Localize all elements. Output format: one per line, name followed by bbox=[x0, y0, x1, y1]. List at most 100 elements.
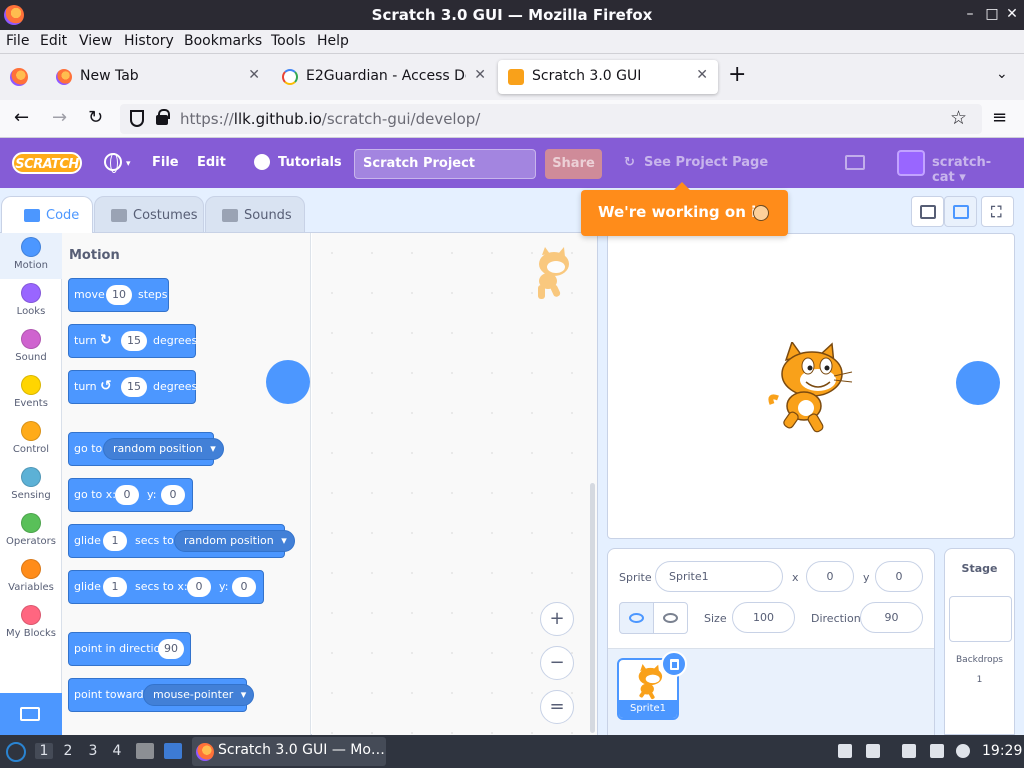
close-tab-icon[interactable]: ✕ bbox=[248, 67, 260, 83]
scratch-menu-edit[interactable]: Edit bbox=[197, 155, 226, 170]
category-looks[interactable]: Looks bbox=[0, 279, 62, 325]
block-go-to[interactable]: go to random position bbox=[68, 432, 224, 466]
block-number-input[interactable]: 15 bbox=[121, 377, 147, 397]
share-button[interactable]: Share bbox=[545, 149, 602, 179]
menu-edit[interactable]: Edit bbox=[40, 33, 67, 49]
block-number-input[interactable]: 1 bbox=[103, 531, 127, 551]
scratch-logo[interactable]: SCRATCH bbox=[12, 152, 82, 174]
close-window-button[interactable]: ✕ bbox=[1002, 4, 1022, 24]
tracking-shield-icon[interactable] bbox=[130, 110, 144, 127]
block-number-input[interactable]: 90 bbox=[158, 639, 184, 659]
start-menu-icon[interactable] bbox=[6, 742, 26, 762]
my-stuff-folder-icon[interactable] bbox=[845, 155, 865, 170]
y-position-input[interactable]: 0 bbox=[875, 561, 923, 592]
app-menu-icon[interactable]: ≡ bbox=[992, 107, 1007, 128]
x-position-input[interactable]: 0 bbox=[806, 561, 854, 592]
block-dropdown[interactable]: mouse-pointer bbox=[143, 684, 255, 706]
category-my-blocks[interactable]: My Blocks bbox=[0, 601, 62, 647]
new-tab-button[interactable]: + bbox=[728, 62, 746, 87]
category-sensing[interactable]: Sensing bbox=[0, 463, 62, 509]
block-point-towards[interactable]: point towards mouse-pointer bbox=[68, 678, 255, 712]
volume-icon[interactable] bbox=[866, 744, 880, 758]
forward-button[interactable]: → bbox=[52, 108, 67, 128]
menu-view[interactable]: View bbox=[79, 33, 112, 49]
category-control[interactable]: Control bbox=[0, 417, 62, 463]
workspace-4[interactable]: 4 bbox=[108, 743, 126, 759]
block-turn-right[interactable]: turn ↻ 15 degrees bbox=[68, 324, 197, 358]
fullscreen-button[interactable]: ⛶ bbox=[981, 196, 1014, 227]
zoom-in-button[interactable]: + bbox=[540, 602, 574, 636]
menu-tools[interactable]: Tools bbox=[271, 33, 306, 49]
block-go-to-xy[interactable]: go to x: 0 y: 0 bbox=[68, 478, 193, 512]
tab-costumes[interactable]: Costumes bbox=[94, 196, 204, 233]
direction-input[interactable]: 90 bbox=[860, 602, 923, 633]
category-operators[interactable]: Operators bbox=[0, 509, 62, 555]
workspace-scrollbar[interactable] bbox=[590, 483, 595, 733]
category-events[interactable]: Events bbox=[0, 371, 62, 417]
address-bar[interactable]: https://llk.github.io/scratch-gui/develo… bbox=[120, 104, 982, 134]
block-number-input[interactable]: 10 bbox=[106, 285, 132, 305]
add-sprite-button[interactable] bbox=[266, 360, 310, 404]
show-sprite-button[interactable] bbox=[619, 602, 654, 634]
delete-sprite-button[interactable] bbox=[661, 651, 687, 677]
category-motion[interactable]: Motion bbox=[0, 233, 62, 279]
script-workspace[interactable]: + − = bbox=[312, 233, 597, 736]
url-text[interactable]: https://llk.github.io/scratch-gui/develo… bbox=[180, 110, 480, 128]
block-number-input[interactable]: 0 bbox=[115, 485, 139, 505]
lock-icon[interactable] bbox=[156, 109, 170, 125]
clipboard-icon[interactable] bbox=[930, 744, 944, 758]
block-number-input[interactable]: 1 bbox=[103, 577, 127, 597]
block-number-input[interactable]: 0 bbox=[232, 577, 256, 597]
tab-e2guardian[interactable]: E2Guardian - Access Den ✕ bbox=[272, 60, 496, 94]
account-username[interactable]: scratch-cat ▾ bbox=[932, 155, 1024, 185]
menu-file[interactable]: File bbox=[6, 33, 29, 49]
category-sound[interactable]: Sound bbox=[0, 325, 62, 371]
show-desktop-icon[interactable] bbox=[164, 743, 182, 759]
category-variables[interactable]: Variables bbox=[0, 555, 62, 601]
block-move-steps[interactable]: move 10 steps bbox=[68, 278, 169, 312]
maximize-button[interactable]: □ bbox=[982, 4, 1002, 24]
workspace-1[interactable]: 1 bbox=[35, 743, 53, 759]
tab-scratch[interactable]: Scratch 3.0 GUI ✕ bbox=[498, 60, 718, 94]
close-tab-icon[interactable]: ✕ bbox=[474, 67, 486, 83]
block-glide-to-xy[interactable]: glide 1 secs to x: 0 y: 0 bbox=[68, 570, 264, 604]
block-number-input[interactable]: 15 bbox=[121, 331, 147, 351]
block-glide-to[interactable]: glide 1 secs to random position bbox=[68, 524, 295, 558]
back-button[interactable]: ← bbox=[14, 108, 29, 128]
list-all-tabs-icon[interactable]: ⌄ bbox=[996, 66, 1008, 82]
bookmark-star-icon[interactable]: ☆ bbox=[950, 107, 967, 129]
tab-new-tab[interactable]: New Tab ✕ bbox=[46, 60, 270, 94]
close-tab-icon[interactable]: ✕ bbox=[696, 67, 708, 83]
avatar[interactable] bbox=[897, 150, 925, 176]
reload-button[interactable]: ↻ bbox=[88, 108, 103, 128]
add-extension-button[interactable] bbox=[0, 693, 62, 736]
small-stage-button[interactable] bbox=[911, 196, 944, 227]
workspace-2[interactable]: 2 bbox=[59, 743, 77, 759]
sprite-name-input[interactable]: Sprite1 bbox=[655, 561, 783, 592]
block-dropdown[interactable]: random position bbox=[174, 530, 295, 552]
block-turn-left[interactable]: turn ↺ 15 degrees bbox=[68, 370, 197, 404]
scratch-menu-file[interactable]: File bbox=[152, 155, 179, 170]
size-input[interactable]: 100 bbox=[732, 602, 795, 633]
normal-stage-button[interactable] bbox=[944, 196, 977, 227]
taskbar-firefox-task[interactable]: Scratch 3.0 GUI — Mo… bbox=[192, 737, 386, 766]
firefox-view-icon[interactable] bbox=[10, 68, 28, 86]
block-dropdown[interactable]: random position bbox=[103, 438, 224, 460]
network-icon[interactable] bbox=[902, 744, 916, 758]
workspace-3[interactable]: 3 bbox=[84, 743, 102, 759]
menu-bookmarks[interactable]: Bookmarks bbox=[184, 33, 262, 49]
stage-selector[interactable]: Stage Backdrops 1 bbox=[944, 548, 1015, 735]
tray-icon[interactable] bbox=[838, 744, 852, 758]
menu-help[interactable]: Help bbox=[317, 33, 349, 49]
update-icon[interactable] bbox=[956, 744, 970, 758]
file-manager-icon[interactable] bbox=[136, 743, 154, 759]
scratch-cat-sprite[interactable] bbox=[768, 342, 854, 434]
hide-sprite-button[interactable] bbox=[653, 602, 688, 634]
block-number-input[interactable]: 0 bbox=[187, 577, 211, 597]
tutorials-button[interactable]: Tutorials bbox=[278, 155, 342, 170]
zoom-out-button[interactable]: − bbox=[540, 646, 574, 680]
stage-canvas[interactable] bbox=[607, 233, 1015, 539]
tutorials-lightbulb-icon[interactable] bbox=[254, 154, 270, 170]
see-project-page-button[interactable]: ↻ See Project Page bbox=[624, 155, 768, 170]
block-number-input[interactable]: 0 bbox=[161, 485, 185, 505]
